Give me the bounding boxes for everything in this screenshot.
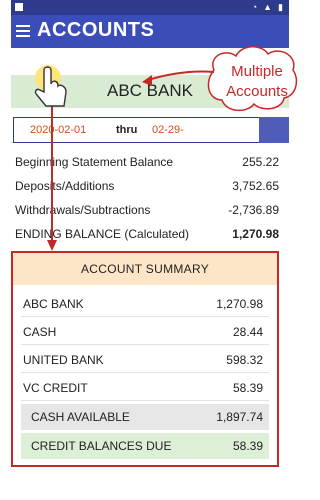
summary-row-account[interactable]: CASH 28.44 (21, 319, 269, 345)
date-from[interactable]: 2020-02-01 (30, 124, 86, 136)
summary-row-account[interactable]: ABC BANK 1,270.98 (21, 291, 269, 317)
summary-account-value: 58.39 (232, 381, 263, 395)
battery-icon: ▮ (278, 2, 283, 12)
cash-available-row: CASH AVAILABLE 1,897.74 (21, 404, 269, 430)
date-range-box[interactable]: 2020-02-01 thru 02-29- (13, 117, 263, 143)
balance-row-withdrawals: Withdrawals/Subtractions -2,736.89 (11, 199, 289, 223)
hamburger-menu-icon[interactable] (16, 25, 30, 37)
date-range-row: 2020-02-01 thru 02-29- (11, 117, 289, 143)
wifi-icon: ◔ (251, 2, 258, 12)
summary-account-name: VC CREDIT (23, 381, 88, 395)
summary-account-value: 28.44 (232, 325, 263, 339)
balance-value: 1,270.98 (232, 227, 279, 241)
status-bar: ◔ ▲ ▮ (11, 0, 289, 15)
notification-icon (15, 3, 23, 11)
annotation-line-1: Multiple (231, 63, 283, 80)
date-thru-label: thru (116, 124, 138, 136)
summary-row-account[interactable]: UNITED BANK 598.32 (21, 347, 269, 373)
balance-label: Withdrawals/Subtractions (15, 203, 151, 217)
selected-account-name: ABC BANK (107, 81, 193, 100)
balance-value: 3,752.65 (232, 179, 279, 193)
balance-row-deposits: Deposits/Additions 3,752.65 (11, 175, 289, 199)
balance-row-ending: ENDING BALANCE (Calculated) 1,270.98 (11, 223, 289, 247)
credit-due-row: CREDIT BALANCES DUE 58.39 (21, 433, 269, 459)
account-summary-title: ACCOUNT SUMMARY (80, 262, 210, 276)
date-to[interactable]: 02-29- (152, 124, 184, 136)
annotation-line-2: Accounts (226, 83, 288, 100)
date-range-button[interactable] (259, 117, 289, 143)
summary-account-name: UNITED BANK (23, 353, 104, 367)
summary-account-name: CASH (23, 325, 57, 339)
annotation-callout-text: Multiple Accounts (215, 62, 299, 102)
credit-due-value: 58.39 (232, 439, 263, 453)
balance-row-beginning: Beginning Statement Balance 255.22 (11, 151, 289, 175)
balance-label: ENDING BALANCE (Calculated) (15, 227, 190, 241)
cash-available-label: CASH AVAILABLE (31, 410, 130, 424)
summary-account-name: ABC BANK (23, 297, 84, 311)
summary-row-account[interactable]: VC CREDIT 58.39 (21, 375, 269, 401)
signal-icon: ▲ (263, 2, 273, 12)
summary-account-value: 1,270.98 (216, 297, 263, 311)
cash-available-value: 1,897.74 (216, 410, 263, 424)
account-summary-header: ACCOUNT SUMMARY (13, 253, 277, 285)
summary-account-value: 598.32 (226, 353, 263, 367)
app-title[interactable]: ACCOUNTS (37, 19, 154, 42)
balance-label: Deposits/Additions (15, 179, 115, 193)
account-summary-panel: ACCOUNT SUMMARY ABC BANK 1,270.98 CASH 2… (11, 251, 279, 467)
balance-value: -2,736.89 (228, 203, 279, 217)
app-bar: ACCOUNTS (11, 15, 289, 48)
credit-due-label: CREDIT BALANCES DUE (31, 439, 172, 453)
balance-value: 255.22 (242, 155, 279, 169)
balance-label: Beginning Statement Balance (15, 155, 174, 169)
